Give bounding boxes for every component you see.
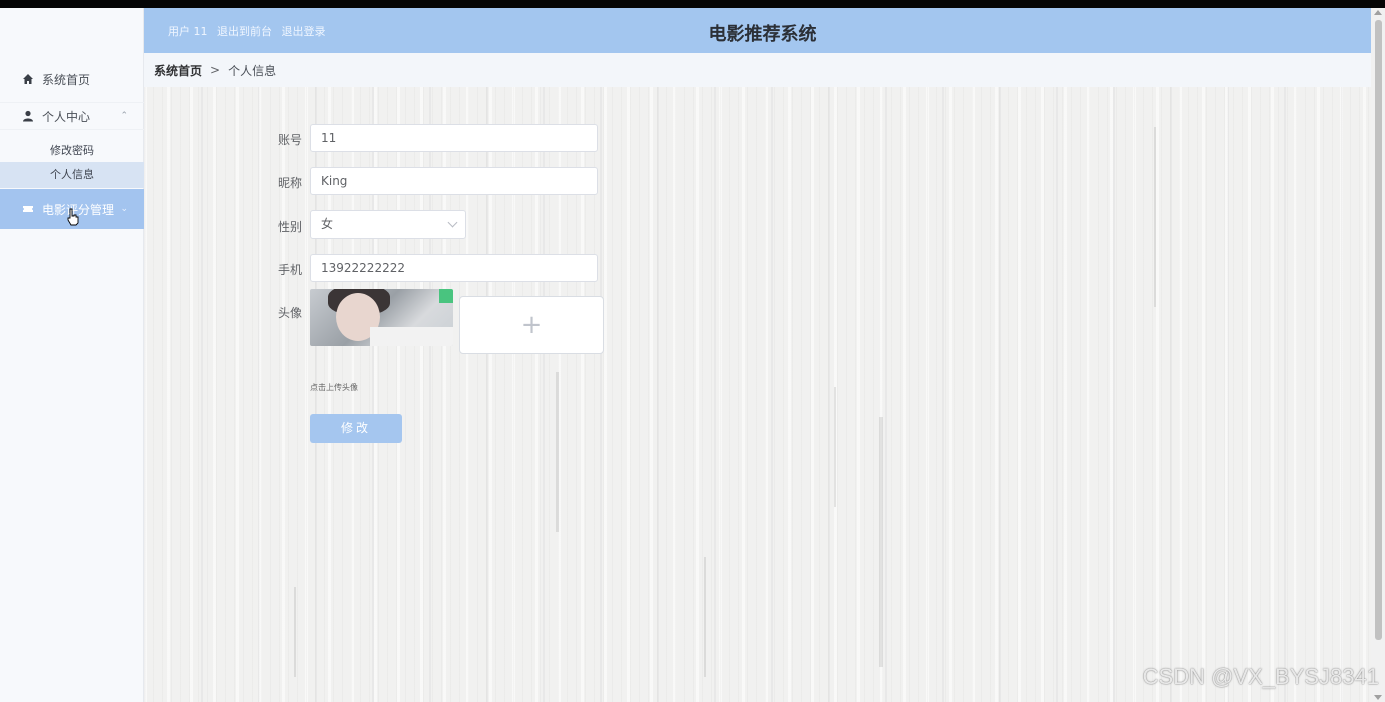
upload-tip: 点击上传头像 [310, 383, 358, 392]
mouse-cursor-icon [67, 208, 79, 226]
scrollbar-thumb[interactable] [1375, 20, 1382, 640]
chevron-down-icon: ⌄ [120, 204, 128, 214]
scroll-up-icon[interactable] [1374, 10, 1382, 15]
phone-label: 手机 [277, 263, 302, 277]
texture-crack [1154, 127, 1156, 307]
account-field[interactable]: 11 [310, 124, 598, 152]
sidebar-item-change-password[interactable]: 修改密码 [0, 141, 144, 161]
app-title: 电影推荐系统 [708, 24, 817, 45]
sidebar-item-personal-info[interactable]: 个人信息 [0, 162, 144, 188]
ticket-icon [23, 206, 33, 212]
gender-label: 性别 [277, 220, 302, 234]
phone-field[interactable]: 13922222222 [310, 254, 598, 282]
gender-select[interactable]: 女 [310, 210, 466, 239]
home-icon [23, 74, 33, 84]
account-label: 账号 [277, 133, 302, 147]
top-black-bar [0, 0, 1385, 8]
texture-crack [704, 557, 706, 677]
nickname-label: 昵称 [277, 176, 302, 190]
breadcrumb-separator: > [210, 63, 221, 77]
texture-crack [556, 372, 559, 532]
avatar-preview[interactable] [310, 289, 453, 346]
gender-select-value: 女 [321, 217, 334, 231]
breadcrumb-current: 个人信息 [228, 63, 277, 78]
avatar-corner [439, 289, 453, 303]
sidebar-item-home-label: 系统首页 [42, 72, 91, 87]
chevron-down-icon [447, 217, 458, 228]
submit-button[interactable]: 修改 [310, 414, 402, 443]
watermark: CSDN @VX_BYSJ8341 [1142, 664, 1379, 689]
avatar-upload-button[interactable]: + [459, 296, 604, 354]
breadcrumb-home[interactable]: 系统首页 [154, 62, 202, 79]
top-header: 用户 11 退出到前台 退出登录 电影推荐系统 [144, 8, 1371, 53]
nickname-field[interactable]: King [310, 167, 598, 195]
vertical-scrollbar[interactable] [1371, 8, 1385, 702]
texture-crack [879, 417, 883, 667]
avatar-label: 头像 [277, 306, 302, 320]
breadcrumb: 系统首页 > 个人信息 [144, 53, 1371, 87]
sidebar-item-personal-center[interactable]: 个人中心 ⌃ [0, 102, 144, 130]
plus-icon: + [520, 310, 543, 340]
sidebar: 系统首页 个人中心 ⌃ 修改密码 个人信息 电影评分管理 ⌄ [0, 8, 144, 702]
chevron-up-icon: ⌃ [120, 111, 128, 121]
sidebar-item-home[interactable]: 系统首页 [0, 64, 144, 94]
scroll-down-icon[interactable] [1374, 695, 1382, 700]
texture-crack [834, 387, 836, 507]
user-icon [23, 110, 33, 122]
avatar-cloth [370, 327, 453, 346]
texture-crack [294, 587, 296, 677]
sidebar-item-personal-center-label: 个人中心 [42, 109, 91, 124]
